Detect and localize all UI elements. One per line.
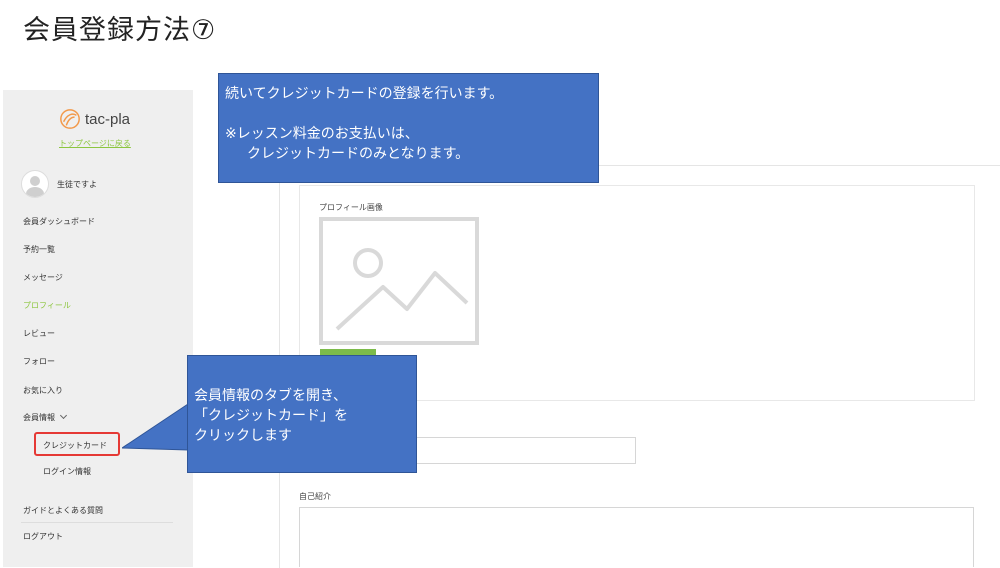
username: 生徒ですよ bbox=[57, 179, 97, 189]
callout-top-line2: ※レッスン料金のお支払いは、 bbox=[225, 126, 419, 142]
sidebar-item-logout[interactable]: ログアウト bbox=[23, 531, 63, 542]
callout-mid-line2: 「クレジットカード」を bbox=[194, 408, 348, 424]
logo[interactable]: tac-pla bbox=[59, 108, 130, 130]
sidebar-item-favorites[interactable]: お気に入り bbox=[23, 385, 63, 396]
sidebar-subitem-login-info[interactable]: ログイン情報 bbox=[43, 466, 91, 477]
callout-top-line3: クレジットカードのみとなります。 bbox=[247, 146, 470, 162]
slide-title: 会員登録方法⑦ bbox=[23, 15, 217, 46]
callout-top-line1: 続いてクレジットカードの登録を行います。 bbox=[225, 86, 504, 102]
sidebar-item-messages[interactable]: メッセージ bbox=[23, 272, 63, 283]
callout-mid-line3: クリックします bbox=[194, 428, 292, 444]
instruction-callout-mid: 会員情報のタブを開き、 「クレジットカード」を クリックします bbox=[187, 355, 417, 473]
instruction-callout-top: 続いてクレジットカードの登録を行います。 ※レッスン料金のお支払いは、 クレジッ… bbox=[218, 73, 599, 183]
sidebar-item-follow[interactable]: フォロー bbox=[23, 356, 55, 367]
chevron-down-icon bbox=[59, 411, 68, 420]
sidebar-item-reservations[interactable]: 予約一覧 bbox=[23, 244, 55, 255]
logo-text: tac-pla bbox=[85, 110, 131, 128]
image-placeholder-graphic bbox=[335, 248, 469, 331]
sidebar-item-reviews[interactable]: レビュー bbox=[23, 328, 55, 339]
image-placeholder-icon bbox=[319, 217, 479, 345]
back-to-top-link[interactable]: トップページに戻る bbox=[59, 138, 131, 149]
sidebar-item-member-info[interactable]: 会員情報 bbox=[23, 411, 68, 423]
callout-top-gap bbox=[225, 104, 592, 124]
callout-pointer bbox=[122, 403, 189, 451]
self-intro-label: 自己紹介 bbox=[299, 492, 331, 501]
self-intro-textarea[interactable] bbox=[299, 507, 974, 567]
callout-mid-line1: 会員情報のタブを開き、 bbox=[194, 388, 348, 404]
sidebar-item-dashboard[interactable]: 会員ダッシュボード bbox=[23, 216, 95, 227]
sidebar-divider bbox=[21, 522, 173, 523]
profile-image-label: プロフィール画像 bbox=[319, 203, 383, 212]
sidebar-item-guide-faq[interactable]: ガイドとよくある質問 bbox=[23, 505, 103, 516]
user-avatar-icon bbox=[21, 170, 49, 198]
sidebar: tac-pla トップページに戻る 生徒ですよ 会員ダッシュボード 予約一覧 メ… bbox=[3, 90, 193, 567]
credit-card-highlight bbox=[34, 432, 120, 456]
sidebar-item-member-info-label: 会員情報 bbox=[23, 413, 55, 422]
tac-pla-logo-icon bbox=[60, 109, 80, 129]
sidebar-item-profile[interactable]: プロフィール bbox=[23, 300, 71, 311]
user-row[interactable]: 生徒ですよ bbox=[21, 170, 97, 198]
